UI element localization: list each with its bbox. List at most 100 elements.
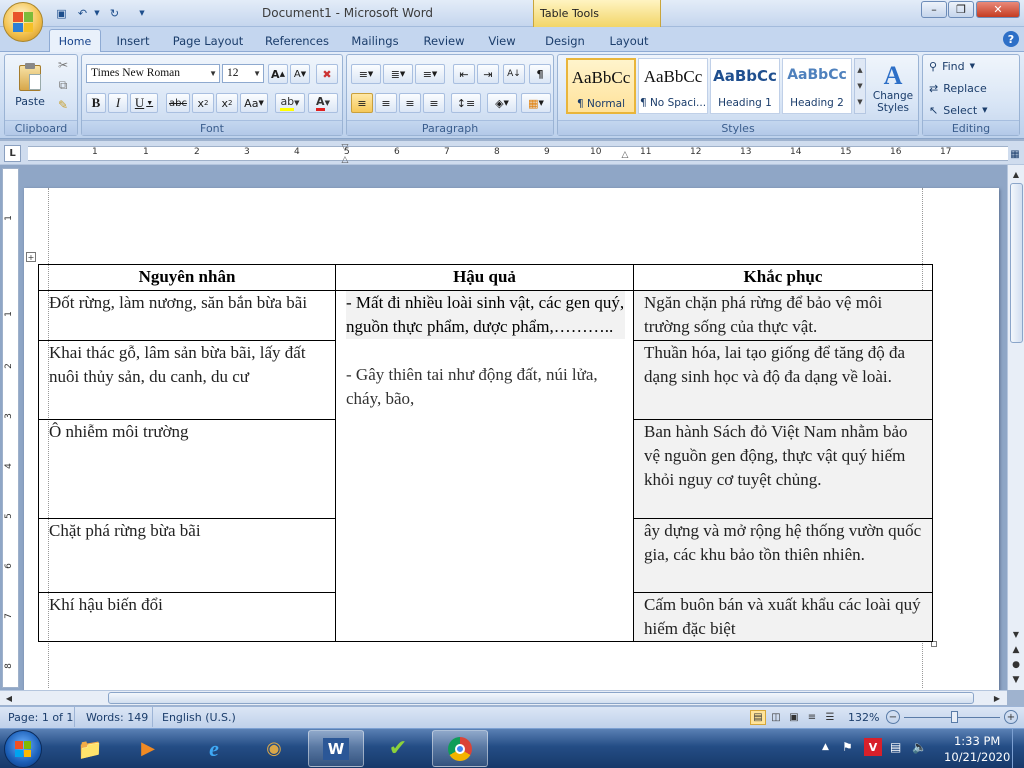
align-left-icon[interactable]: ≡ bbox=[351, 93, 373, 113]
bold-button[interactable]: B bbox=[86, 93, 106, 113]
scroll-down-icon[interactable]: ▼ bbox=[1009, 627, 1023, 641]
help-icon[interactable]: ? bbox=[1003, 31, 1019, 47]
undo-icon[interactable]: ↶ bbox=[74, 5, 91, 21]
format-painter-icon[interactable]: ✎ bbox=[55, 97, 71, 113]
tab-references[interactable]: References bbox=[263, 31, 331, 51]
style-heading-1[interactable]: AaBbCc Heading 1 bbox=[710, 58, 780, 114]
shading-icon[interactable]: ◈ ▼ bbox=[487, 93, 517, 113]
media-player-taskbar-button[interactable]: ▶ bbox=[120, 730, 176, 767]
vertical-ruler[interactable]: 1 1 2 3 4 5 6 7 8 bbox=[2, 168, 19, 688]
change-case-button[interactable]: Aa ▼ bbox=[240, 93, 268, 113]
table-cell-consequence[interactable]: - Mất đi nhiều loài sinh vật, các gen qu… bbox=[335, 290, 634, 642]
scroll-right-icon[interactable]: ▶ bbox=[990, 691, 1004, 705]
office-button[interactable] bbox=[3, 2, 43, 42]
zoom-slider-thumb[interactable] bbox=[951, 711, 958, 723]
start-button[interactable] bbox=[4, 730, 42, 768]
explorer-taskbar-button[interactable]: 📁 bbox=[62, 730, 118, 767]
numbering-button[interactable]: ≣ ▼ bbox=[383, 64, 413, 84]
network-icon[interactable]: ▤ bbox=[890, 740, 901, 754]
tab-layout[interactable]: Layout bbox=[606, 31, 652, 51]
horizontal-scrollbar[interactable]: ◀ ▶ bbox=[0, 690, 1007, 705]
table-cell-cause[interactable]: Đốt rừng, làm nương, săn bắn bừa bãi bbox=[38, 290, 336, 341]
chrome-taskbar-button[interactable] bbox=[432, 730, 488, 767]
superscript-button[interactable]: x2 bbox=[216, 93, 238, 113]
scroll-up-icon[interactable]: ▲ bbox=[1009, 167, 1023, 181]
strikethrough-button[interactable]: abc bbox=[166, 93, 190, 113]
sort-icon[interactable]: A↓ bbox=[503, 64, 525, 84]
tab-design[interactable]: Design bbox=[542, 31, 588, 51]
decrease-indent-icon[interactable]: ⇤ bbox=[453, 64, 475, 84]
ie-taskbar-button[interactable]: e bbox=[186, 730, 242, 767]
vertical-scroll-thumb[interactable] bbox=[1010, 183, 1023, 343]
table-cell-cause[interactable]: Khí hậu biến đổi bbox=[38, 592, 336, 642]
table-cell-remedy[interactable]: Thuần hóa, lai tạo giống để tăng độ đa d… bbox=[633, 340, 933, 420]
find-button[interactable]: ⚲ Find ▼ bbox=[929, 57, 975, 75]
font-size-combo[interactable]: 12 ▼ bbox=[222, 64, 264, 83]
save-icon[interactable]: ▣ bbox=[53, 5, 70, 21]
select-browse-object-icon[interactable]: ● bbox=[1009, 658, 1023, 672]
underline-button[interactable]: U ▼ bbox=[130, 93, 158, 113]
show-hidden-icons-icon[interactable]: ▲ bbox=[822, 742, 829, 752]
table-cell-remedy[interactable]: ây dựng và mở rộng hệ thống vườn quốc gi… bbox=[633, 518, 933, 593]
hanging-indent-marker[interactable]: △ bbox=[340, 155, 350, 165]
tab-page-layout[interactable]: Page Layout bbox=[172, 31, 244, 51]
zoom-in-icon[interactable]: + bbox=[1004, 710, 1018, 724]
outline-icon[interactable]: ≡ bbox=[804, 710, 820, 725]
word-taskbar-button[interactable]: W bbox=[308, 730, 364, 767]
align-center-icon[interactable]: ≡ bbox=[375, 93, 397, 113]
word-count[interactable]: Words: 149 bbox=[86, 711, 148, 724]
undo-dropdown-icon[interactable]: ▼ bbox=[92, 5, 102, 21]
borders-icon[interactable]: ▦ ▼ bbox=[521, 93, 551, 113]
show-formatting-icon[interactable]: ¶ bbox=[529, 64, 551, 84]
align-right-icon[interactable]: ≡ bbox=[399, 93, 421, 113]
tab-insert[interactable]: Insert bbox=[113, 31, 153, 51]
web-layout-icon[interactable]: ▣ bbox=[786, 710, 802, 725]
styles-scroll[interactable]: ▲ ▼ ▼ bbox=[854, 58, 866, 114]
cut-icon[interactable]: ✂ bbox=[55, 57, 71, 73]
change-styles-button[interactable]: A Change Styles bbox=[870, 56, 916, 120]
table-header-cell[interactable]: Khắc phục bbox=[633, 264, 933, 291]
replace-button[interactable]: ⇄ Replace bbox=[929, 79, 987, 97]
tab-review[interactable]: Review bbox=[421, 31, 467, 51]
bullets-button[interactable]: ≡ ▼ bbox=[351, 64, 381, 84]
table-cell-cause[interactable]: Chặt phá rừng bừa bãi bbox=[38, 518, 336, 593]
media-app-taskbar-button[interactable]: ◉ bbox=[246, 730, 302, 767]
restore-button[interactable]: ❐ bbox=[948, 1, 974, 18]
select-button[interactable]: ↖ Select ▼ bbox=[929, 101, 988, 119]
scroll-left-icon[interactable]: ◀ bbox=[2, 691, 16, 705]
next-page-icon[interactable]: ▼ bbox=[1009, 673, 1023, 687]
highlight-color-button[interactable]: ab ▼ bbox=[275, 93, 305, 113]
first-line-indent-marker[interactable]: ▽ bbox=[340, 143, 350, 153]
horizontal-scroll-thumb[interactable] bbox=[108, 692, 974, 704]
justify-icon[interactable]: ≡ bbox=[423, 93, 445, 113]
table-cell-remedy[interactable]: Ban hành Sách đỏ Việt Nam nhằm bảo vệ ng… bbox=[633, 419, 933, 519]
table-cell-cause[interactable]: Ô nhiễm môi trường bbox=[38, 419, 336, 519]
page-count[interactable]: Page: 1 of 1 bbox=[8, 711, 73, 724]
previous-page-icon[interactable]: ▲ bbox=[1009, 643, 1023, 657]
zoom-out-icon[interactable]: − bbox=[886, 710, 900, 724]
close-button[interactable]: ✕ bbox=[976, 1, 1020, 18]
table-cell-remedy[interactable]: Ngăn chặn phá rừng để bảo vệ môi trường … bbox=[633, 290, 933, 341]
tab-mailings[interactable]: Mailings bbox=[348, 31, 402, 51]
multilevel-list-button[interactable]: ≡ ▼ bbox=[415, 64, 445, 84]
right-indent-marker[interactable]: △ bbox=[620, 149, 630, 161]
font-name-combo[interactable]: Times New Roman ▼ bbox=[86, 64, 220, 83]
volume-icon[interactable]: 🔈 bbox=[912, 740, 927, 754]
font-color-button[interactable]: A ▼ bbox=[308, 93, 338, 113]
action-center-icon[interactable]: ⚑ bbox=[842, 740, 853, 754]
copy-icon[interactable]: ⧉ bbox=[55, 77, 71, 93]
clear-formatting-icon[interactable]: ✖ bbox=[316, 64, 338, 84]
tab-home[interactable]: Home bbox=[49, 29, 101, 52]
tab-view[interactable]: View bbox=[484, 31, 520, 51]
system-clock[interactable]: 1:33 PM 10/21/2020 bbox=[944, 733, 1010, 765]
style-heading-2[interactable]: AaBbCc Heading 2 bbox=[782, 58, 852, 114]
paste-button[interactable]: Paste bbox=[13, 58, 47, 114]
view-ruler-icon[interactable]: ▦ bbox=[1008, 146, 1022, 162]
subscript-button[interactable]: x2 bbox=[192, 93, 214, 113]
table-cell-remedy[interactable]: Cấm buôn bán và xuất khẩu các loài quý h… bbox=[633, 592, 933, 642]
document-table[interactable]: Nguyên nhân Hậu quả Khắc phục Đốt rừng, … bbox=[38, 264, 933, 642]
print-layout-icon[interactable]: ▤ bbox=[750, 710, 766, 725]
table-header-cell[interactable]: Nguyên nhân bbox=[38, 264, 336, 291]
style-no-spacing[interactable]: AaBbCc ¶ No Spaci... bbox=[638, 58, 708, 114]
zoom-level[interactable]: 132% bbox=[848, 711, 879, 724]
